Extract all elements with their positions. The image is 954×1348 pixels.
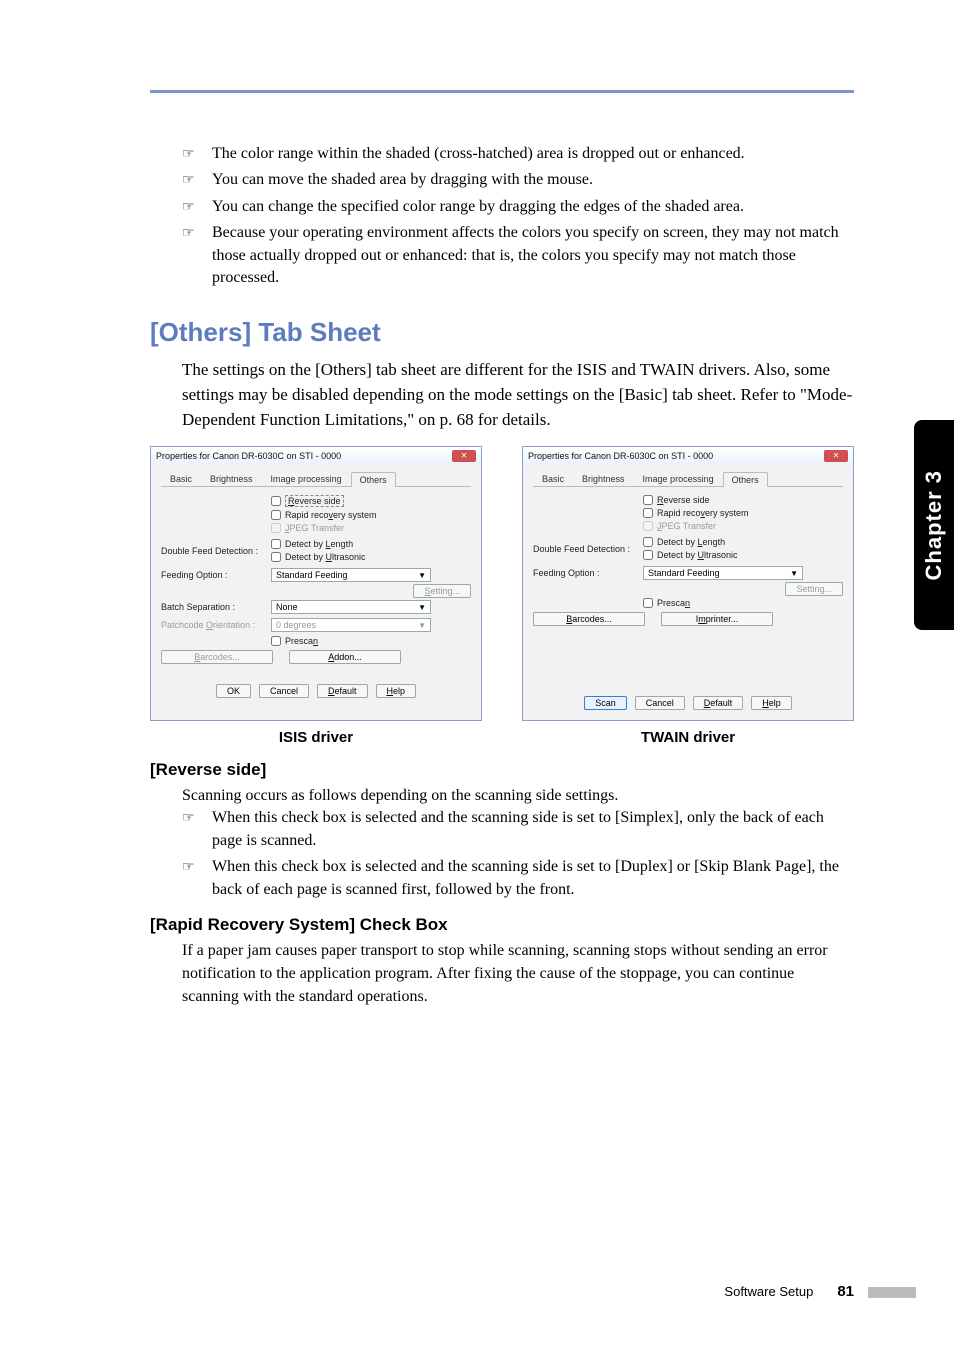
pointer-icon: ☞ (182, 224, 204, 244)
prescan-checkbox[interactable]: Prescan (643, 598, 690, 608)
others-tab-heading: [Others] Tab Sheet (150, 317, 854, 348)
list-item: ☞ When this check box is selected and the… (182, 856, 854, 901)
note-text: Because your operating environment affec… (212, 222, 854, 289)
twain-title: Properties for Canon DR-6030C on STI - 0… (528, 451, 713, 461)
note-text: When this check box is selected and the … (212, 856, 854, 901)
barcodes-button: Barcodes... (161, 650, 273, 664)
reverse-side-checkbox[interactable]: RReverse sideeverse side (271, 495, 377, 507)
pointer-icon: ☞ (182, 809, 204, 829)
twain-tabs: Basic Brightness Image processing Others (533, 471, 843, 487)
twain-titlebar: Properties for Canon DR-6030C on STI - 0… (523, 447, 853, 465)
reverse-side-intro: Scanning occurs as follows depending on … (182, 784, 854, 807)
scan-button[interactable]: Scan (584, 696, 627, 710)
tab-basic[interactable]: Basic (533, 471, 573, 486)
caption-row: ISIS driver TWAIN driver (150, 729, 854, 746)
detect-by-length-checkbox[interactable]: Detect by Length (643, 537, 738, 547)
imprinter-button[interactable]: Imprinter... (661, 612, 773, 626)
tab-others[interactable]: Others (351, 472, 396, 487)
reverse-bullet-list: ☞ When this check box is selected and the… (182, 807, 854, 901)
others-intro-paragraph: The settings on the [Others] tab sheet a… (182, 358, 854, 432)
rapid-recovery-checkbox[interactable]: Rapid recovery system (643, 508, 749, 518)
prescan-checkbox[interactable]: Prescan (271, 636, 318, 646)
screenshots-row: Properties for Canon DR-6030C on STI - 0… (150, 446, 854, 721)
twain-dialog: Properties for Canon DR-6030C on STI - 0… (522, 446, 854, 721)
jpeg-transfer-checkbox: JPEG Transfer (643, 521, 749, 531)
twain-caption: TWAIN driver (522, 729, 854, 746)
note-text: When this check box is selected and the … (212, 807, 854, 852)
pointer-icon: ☞ (182, 171, 204, 191)
dfd-label: Double Feed Detection : (161, 546, 271, 556)
list-item: ☞ When this check box is selected and the… (182, 807, 854, 852)
isis-tabs: Basic Brightness Image processing Others (161, 471, 471, 487)
reverse-side-checkbox[interactable]: Reverse side (643, 495, 749, 505)
rapid-recovery-body: If a paper jam causes paper transport to… (182, 939, 854, 1009)
footer-section: Software Setup (724, 1284, 813, 1299)
twain-body: Basic Brightness Image processing Others… (523, 465, 853, 720)
note-text: The color range within the shaded (cross… (212, 143, 745, 165)
pointer-icon: ☞ (182, 145, 204, 165)
isis-title: Properties for Canon DR-6030C on STI - 0… (156, 451, 341, 461)
addon-button[interactable]: Addon... (289, 650, 401, 664)
top-note-list: ☞ The color range within the shaded (cros… (182, 143, 854, 289)
list-item: ☞ Because your operating environment affe… (182, 222, 854, 289)
default-button[interactable]: Default (693, 696, 744, 710)
tab-others[interactable]: Others (723, 472, 768, 487)
detect-by-ultrasonic-checkbox[interactable]: Detect by Ultrasonic (271, 552, 366, 562)
default-button[interactable]: Default (317, 684, 368, 698)
chevron-down-icon: ▼ (418, 621, 426, 630)
footer-bar (868, 1287, 916, 1298)
tab-basic[interactable]: Basic (161, 471, 201, 486)
setting-button: Setting... (785, 582, 843, 596)
detect-by-length-checkbox[interactable]: Detect by Length (271, 539, 366, 549)
chevron-down-icon: ▼ (418, 571, 426, 580)
feeding-label: Feeding Option : (533, 568, 643, 578)
tab-image-processing[interactable]: Image processing (634, 471, 723, 486)
reverse-side-body: Scanning occurs as follows depending on … (182, 784, 854, 901)
tab-brightness[interactable]: Brightness (573, 471, 634, 486)
help-button[interactable]: Help (376, 684, 417, 698)
note-text: You can change the specified color range… (212, 196, 744, 218)
detect-by-ultrasonic-checkbox[interactable]: Detect by Ultrasonic (643, 550, 738, 560)
pointer-icon: ☞ (182, 858, 204, 878)
note-text: You can move the shaded area by dragging… (212, 169, 593, 191)
top-divider (150, 90, 854, 93)
pointer-icon: ☞ (182, 198, 204, 218)
batch-label: Batch Separation : (161, 602, 271, 612)
feeding-option-select[interactable]: Standard Feeding▼ (271, 568, 431, 582)
isis-dialog: Properties for Canon DR-6030C on STI - 0… (150, 446, 482, 721)
isis-body: Basic Brightness Image processing Others… (151, 465, 481, 708)
ok-button[interactable]: OK (216, 684, 251, 698)
patchcode-label: Patchcode Orientation : (161, 620, 271, 630)
feeding-label: Feeding Option : (161, 570, 271, 580)
rapid-recovery-heading: [Rapid Recovery System] Check Box (150, 915, 854, 935)
chevron-down-icon: ▼ (418, 603, 426, 612)
rapid-recovery-checkbox[interactable]: Rapid recovery system (271, 510, 377, 520)
close-icon[interactable]: ✕ (452, 450, 476, 462)
isis-caption: ISIS driver (150, 729, 482, 746)
twain-button-row: Scan Cancel Default Help (533, 696, 843, 710)
reverse-side-heading: [Reverse side] (150, 760, 854, 780)
cancel-button[interactable]: Cancel (635, 696, 685, 710)
tab-image-processing[interactable]: Image processing (262, 471, 351, 486)
page-content: ☞ The color range within the shaded (cros… (0, 0, 954, 1348)
chevron-down-icon: ▼ (790, 569, 798, 578)
patchcode-orientation-select: 0 degrees▼ (271, 618, 431, 632)
isis-titlebar: Properties for Canon DR-6030C on STI - 0… (151, 447, 481, 465)
isis-button-row: OK Cancel Default Help (161, 684, 471, 698)
footer-page-number: 81 (837, 1283, 854, 1300)
feeding-option-select[interactable]: Standard Feeding▼ (643, 566, 803, 580)
list-item: ☞ You can move the shaded area by draggin… (182, 169, 854, 191)
setting-button: Setting... (413, 584, 471, 598)
help-button[interactable]: Help (751, 696, 792, 710)
barcodes-button[interactable]: Barcodes... (533, 612, 645, 626)
close-icon[interactable]: ✕ (824, 450, 848, 462)
list-item: ☞ You can change the specified color rang… (182, 196, 854, 218)
batch-separation-select[interactable]: None▼ (271, 600, 431, 614)
page-footer: Software Setup 81 (724, 1283, 854, 1300)
list-item: ☞ The color range within the shaded (cros… (182, 143, 854, 165)
dfd-label: Double Feed Detection : (533, 544, 643, 554)
tab-brightness[interactable]: Brightness (201, 471, 262, 486)
jpeg-transfer-checkbox: JPEG Transfer (271, 523, 377, 533)
cancel-button[interactable]: Cancel (259, 684, 309, 698)
